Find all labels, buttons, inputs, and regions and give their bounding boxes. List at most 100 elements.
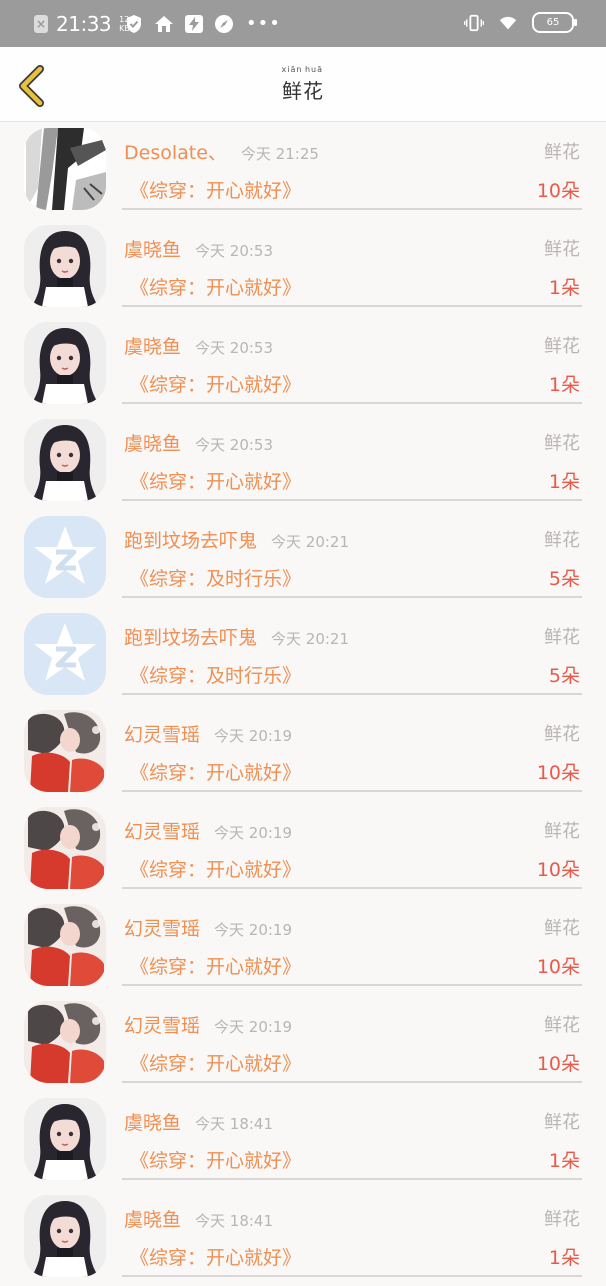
book-title[interactable]: 《综穿：及时行乐》 [130,564,301,591]
avatar[interactable] [24,904,106,986]
book-title[interactable]: 《综穿：开心就好》 [130,176,301,203]
gift-type: 鲜花 [544,918,580,939]
list-item-content: 幻灵雪瑶 今天 20:19 鲜花 《综穿：开心就好》 10朵 [122,704,582,792]
avatar[interactable] [24,225,106,307]
sender-name[interactable]: 虞晓鱼 [124,1108,181,1135]
couple-illustration-icon [24,710,106,792]
book-title[interactable]: 《综穿：开心就好》 [130,273,301,300]
gift-count: 10朵 [536,762,580,784]
list-item[interactable]: Desolate、 今天 21:25 鲜花 《综穿：开心就好》 10朵 [0,122,606,219]
status-time: 21:33 [56,12,112,36]
book-title[interactable]: 《综穿：开心就好》 [130,1049,301,1076]
gift-type: 鲜花 [544,142,580,163]
list-item-content: Desolate、 今天 21:25 鲜花 《综穿：开心就好》 10朵 [122,122,582,210]
avatar[interactable] [24,613,106,695]
avatar[interactable] [24,1098,106,1180]
gift-count: 10朵 [536,1053,580,1075]
gift-count: 10朵 [536,180,580,202]
notification-x-icon: × [34,15,48,33]
avatar[interactable] [24,128,106,210]
list-item[interactable]: 虞晓鱼 今天 20:53 鲜花 《综穿：开心就好》 1朵 [0,219,606,316]
gift-type: 鲜花 [544,239,580,260]
list-item-content: 幻灵雪瑶 今天 20:19 鲜花 《综穿：开心就好》 10朵 [122,995,582,1083]
gift-time: 今天 20:19 [214,1018,293,1036]
gift-time: 今天 20:19 [214,824,293,842]
sketch-figure-icon [24,128,106,210]
list-item[interactable]: 幻灵雪瑶 今天 20:19 鲜花 《综穿：开心就好》 10朵 [0,995,606,1092]
avatar[interactable] [24,516,106,598]
avatar[interactable] [24,322,106,404]
home-icon [154,14,174,34]
shield-icon [124,14,144,34]
list-item[interactable]: 虞晓鱼 今天 20:53 鲜花 《综穿：开心就好》 1朵 [0,316,606,413]
avatar[interactable] [24,1195,106,1277]
list-item-content: 跑到坟场去吓鬼 今天 20:21 鲜花 《综穿：及时行乐》 5朵 [122,607,582,695]
sender-name[interactable]: 跑到坟场去吓鬼 [124,526,257,553]
list-item-content: 幻灵雪瑶 今天 20:19 鲜花 《综穿：开心就好》 10朵 [122,801,582,889]
gift-time: 今天 20:19 [214,921,293,939]
book-title[interactable]: 《综穿：开心就好》 [130,758,301,785]
page-title: 鲜花 [282,79,324,103]
gift-count: 5朵 [548,665,580,687]
girl-portrait-icon [24,225,106,307]
girl-portrait-icon [24,1195,106,1277]
gift-type: 鲜花 [544,336,580,357]
sender-name[interactable]: 跑到坟场去吓鬼 [124,623,257,650]
list-item[interactable]: 幻灵雪瑶 今天 20:19 鲜花 《综穿：开心就好》 10朵 [0,898,606,995]
book-title[interactable]: 《综穿：开心就好》 [130,855,301,882]
gift-count: 10朵 [536,956,580,978]
gift-time: 今天 18:41 [195,1212,274,1230]
book-title[interactable]: 《综穿：开心就好》 [130,467,301,494]
avatar[interactable] [24,807,106,889]
sender-name[interactable]: 虞晓鱼 [124,1205,181,1232]
gift-type: 鲜花 [544,530,580,551]
sender-name[interactable]: 幻灵雪瑶 [124,817,200,844]
list-item-content: 幻灵雪瑶 今天 20:19 鲜花 《综穿：开心就好》 10朵 [122,898,582,986]
flash-app-icon [184,14,204,34]
gift-type: 鲜花 [544,433,580,454]
list-item-content: 跑到坟场去吓鬼 今天 20:21 鲜花 《综穿：及时行乐》 5朵 [122,510,582,598]
book-title[interactable]: 《综穿：开心就好》 [130,1146,301,1173]
gift-type: 鲜花 [544,1112,580,1133]
gift-count: 1朵 [548,471,580,493]
book-title[interactable]: 《综穿：开心就好》 [130,1243,301,1270]
gift-type: 鲜花 [544,1015,580,1036]
sender-name[interactable]: 虞晓鱼 [124,429,181,456]
sender-name[interactable]: 虞晓鱼 [124,332,181,359]
avatar[interactable] [24,710,106,792]
nav-bar: xiān huā 鲜花 [0,47,606,122]
list-item[interactable]: 虞晓鱼 今天 18:41 鲜花 《综穿：开心就好》 1朵 [0,1092,606,1189]
list-item-content: 虞晓鱼 今天 18:41 鲜花 《综穿：开心就好》 1朵 [122,1189,582,1277]
gift-time: 今天 20:21 [271,630,350,648]
list-item[interactable]: 虞晓鱼 今天 20:53 鲜花 《综穿：开心就好》 1朵 [0,413,606,510]
list-item-content: 虞晓鱼 今天 20:53 鲜花 《综穿：开心就好》 1朵 [122,413,582,501]
list-item[interactable]: 幻灵雪瑶 今天 20:19 鲜花 《综穿：开心就好》 10朵 [0,704,606,801]
wifi-icon [498,13,518,33]
gift-count: 10朵 [536,859,580,881]
gift-count: 1朵 [548,277,580,299]
sender-name[interactable]: 虞晓鱼 [124,235,181,262]
gift-time: 今天 20:53 [195,242,274,260]
sender-name[interactable]: 幻灵雪瑶 [124,720,200,747]
list-item[interactable]: 虞晓鱼 今天 18:41 鲜花 《综穿：开心就好》 1朵 [0,1189,606,1286]
sender-name[interactable]: 幻灵雪瑶 [124,914,200,941]
gift-type: 鲜花 [544,627,580,648]
gift-time: 今天 21:25 [240,145,319,163]
sender-name[interactable]: 幻灵雪瑶 [124,1011,200,1038]
avatar[interactable] [24,419,106,501]
book-title[interactable]: 《综穿：开心就好》 [130,370,301,397]
sender-name[interactable]: Desolate、 [124,138,227,165]
qq-zone-star-icon [24,516,106,598]
gift-time: 今天 20:53 [195,436,274,454]
couple-illustration-icon [24,807,106,889]
gift-time: 今天 20:53 [195,339,274,357]
list-item[interactable]: 跑到坟场去吓鬼 今天 20:21 鲜花 《综穿：及时行乐》 5朵 [0,607,606,704]
gift-count: 5朵 [548,568,580,590]
book-title[interactable]: 《综穿：开心就好》 [130,952,301,979]
list-item[interactable]: 跑到坟场去吓鬼 今天 20:21 鲜花 《综穿：及时行乐》 5朵 [0,510,606,607]
avatar[interactable] [24,1001,106,1083]
compass-app-icon [214,14,234,34]
list-item[interactable]: 幻灵雪瑶 今天 20:19 鲜花 《综穿：开心就好》 10朵 [0,801,606,898]
couple-illustration-icon [24,904,106,986]
book-title[interactable]: 《综穿：及时行乐》 [130,661,301,688]
